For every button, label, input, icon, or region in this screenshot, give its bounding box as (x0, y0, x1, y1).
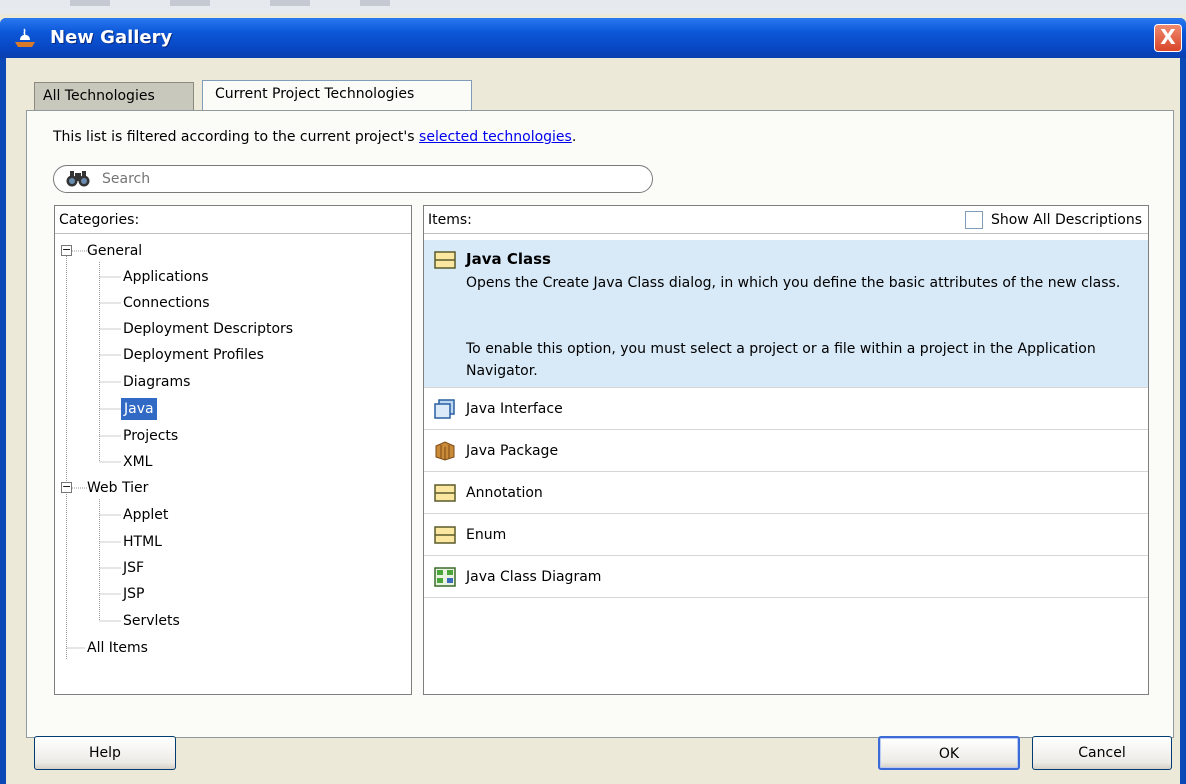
item-label: Java Package (466, 443, 559, 459)
dialog-title: New Gallery (50, 27, 173, 48)
app-icon (15, 28, 35, 47)
new-gallery-dialog: New Gallery X All Technologies Current P… (0, 18, 1186, 784)
close-button[interactable]: X (1154, 24, 1182, 52)
annotation-icon (434, 484, 456, 502)
selected-technologies-link[interactable]: selected technologies (419, 129, 572, 145)
show-all-descriptions-label: Show All Descriptions (990, 212, 1142, 228)
category-html[interactable]: HTML (123, 531, 162, 553)
filter-suffix: . (571, 129, 577, 145)
tab-all-technologies[interactable]: All Technologies (34, 82, 194, 110)
filter-text: This list is filtered according to the c… (53, 129, 420, 145)
category-general[interactable]: General (87, 240, 142, 262)
ok-button[interactable]: OK (878, 736, 1020, 770)
category-deployment-descriptors[interactable]: Deployment Descriptors (123, 318, 293, 340)
category-java[interactable]: Java (121, 398, 157, 420)
java-interface-icon (434, 399, 455, 419)
category-jsf[interactable]: JSF (123, 557, 144, 579)
show-all-descriptions-checkbox[interactable] (964, 211, 983, 229)
category-xml[interactable]: XML (123, 451, 152, 473)
item-label: Enum (466, 527, 507, 543)
category-applications[interactable]: Applications (123, 266, 209, 288)
category-connections[interactable]: Connections (123, 292, 210, 314)
categories-header: Categories: (55, 206, 411, 234)
item-label: Annotation (466, 485, 543, 501)
title-bar[interactable]: New Gallery X (0, 18, 1186, 58)
item-java-class[interactable]: Java Class Opens the Create Java Class d… (424, 240, 1148, 388)
cancel-button[interactable]: Cancel (1032, 736, 1172, 770)
tab-panel: This list is filtered according to the c… (26, 110, 1174, 738)
category-diagrams[interactable]: Diagrams (123, 371, 190, 393)
java-package-icon (435, 441, 455, 461)
item-description: Opens the Create Java Class dialog, in w… (466, 275, 1121, 291)
search-input[interactable] (102, 169, 622, 189)
item-title: Java Class (466, 250, 551, 268)
search-box[interactable] (53, 165, 653, 193)
enum-icon (434, 526, 456, 544)
collapse-web-tier-toggle[interactable]: − (61, 481, 72, 493)
item-java-class-diagram[interactable]: Java Class Diagram (424, 557, 1148, 598)
category-projects[interactable]: Projects (123, 425, 178, 447)
item-enum[interactable]: Enum (424, 515, 1148, 556)
item-java-package[interactable]: Java Package (424, 431, 1148, 472)
filter-notice: This list is filtered according to the c… (53, 129, 576, 145)
dialog-body: All Technologies Current Project Technol… (6, 58, 1180, 784)
category-web-tier[interactable]: Web Tier (87, 477, 148, 499)
help-button[interactable]: Help (34, 736, 176, 770)
java-class-icon (434, 251, 456, 269)
categories-pane: Categories: − General Applications Conne… (54, 205, 412, 695)
category-all-items[interactable]: All Items (87, 637, 148, 659)
binoculars-icon (66, 171, 90, 187)
item-label: Java Class Diagram (466, 569, 602, 585)
show-all-descriptions[interactable]: Show All Descriptions (964, 211, 1142, 229)
item-description-note: To enable this option, you must select a… (466, 341, 1096, 379)
category-applet[interactable]: Applet (123, 504, 168, 526)
category-servlets[interactable]: Servlets (123, 610, 180, 632)
category-jsp[interactable]: JSP (123, 583, 144, 605)
class-diagram-icon (434, 567, 456, 587)
collapse-general-toggle[interactable]: − (61, 244, 72, 256)
category-deployment-profiles[interactable]: Deployment Profiles (123, 344, 264, 366)
item-label: Java Interface (466, 401, 563, 417)
items-pane: Items: Show All Descriptions Java Class … (423, 205, 1149, 695)
item-annotation[interactable]: Annotation (424, 473, 1148, 514)
tab-current-project-technologies[interactable]: Current Project Technologies (202, 80, 472, 110)
item-java-interface[interactable]: Java Interface (424, 389, 1148, 430)
background-window-strip (0, 0, 1186, 14)
